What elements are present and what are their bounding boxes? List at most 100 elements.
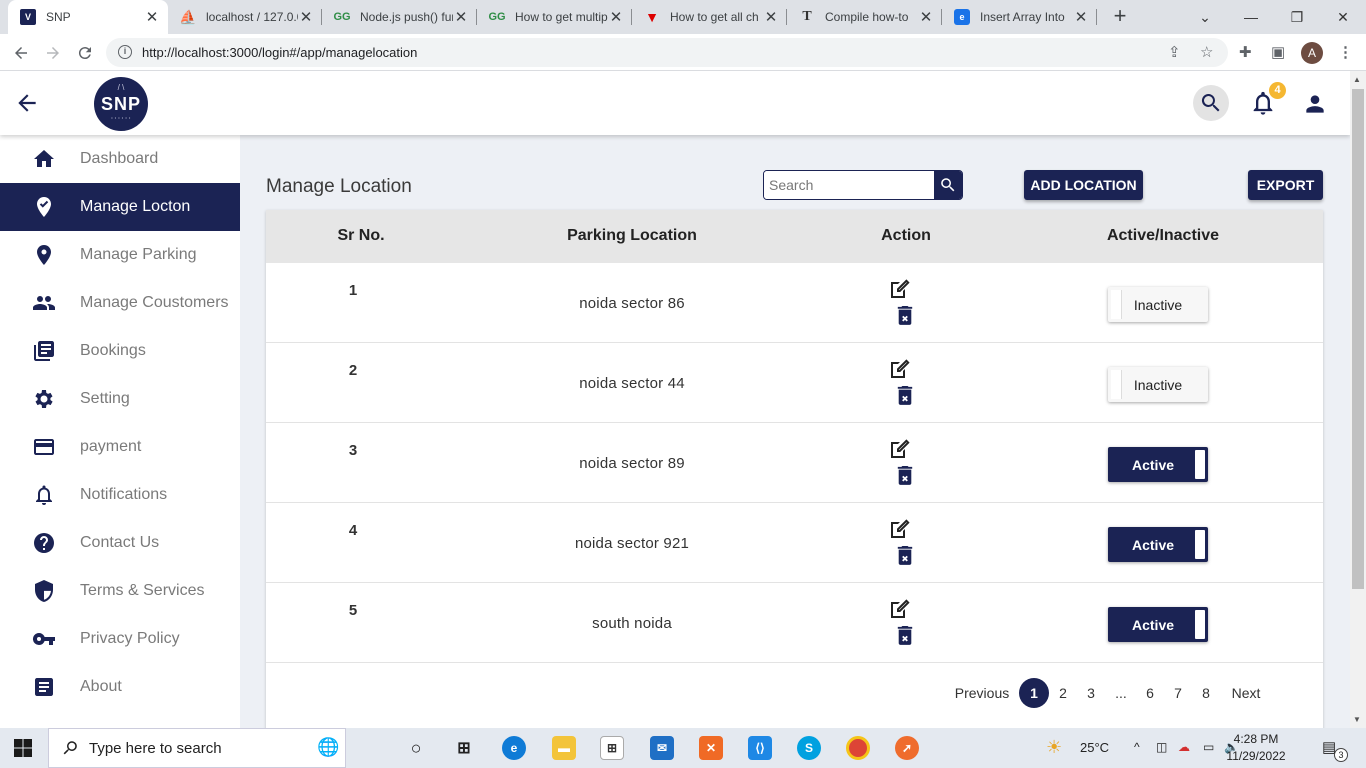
close-window-button[interactable]: ✕: [1320, 0, 1366, 34]
close-tab-icon[interactable]: ✕: [1073, 8, 1089, 26]
arrow-right-icon: [47, 47, 59, 59]
search-input[interactable]: [764, 171, 935, 199]
browser-tab-multiple[interactable]: GG How to get multiple ✕: [477, 0, 632, 34]
share-icon[interactable]: ⇪: [1168, 43, 1181, 61]
delete-icon[interactable]: [896, 545, 914, 565]
widgets-icon[interactable]: ⊞: [452, 736, 476, 760]
browser-tab-compile[interactable]: T Compile how-to ✕: [787, 0, 942, 34]
mail-icon[interactable]: ✉: [650, 736, 674, 760]
close-tab-icon[interactable]: ✕: [298, 8, 314, 26]
browser-back-button[interactable]: [8, 40, 34, 66]
edge-browser-icon[interactable]: e: [502, 736, 526, 760]
sidebar-item-manage-customers[interactable]: Manage Coustomers: [0, 279, 240, 327]
browser-forward-button[interactable]: [40, 40, 66, 66]
close-tab-icon[interactable]: ✕: [453, 8, 469, 26]
profile-avatar[interactable]: A: [1301, 42, 1323, 64]
arrow-left-icon[interactable]: [14, 90, 40, 116]
user-account-icon[interactable]: [1302, 91, 1328, 117]
taskbar-clock[interactable]: 4:28 PM 11/29/2022: [1226, 731, 1286, 765]
sidebar-item-bookings[interactable]: Bookings: [0, 327, 240, 375]
new-tab-button[interactable]: +: [1108, 4, 1132, 28]
network-disconnected-icon[interactable]: ☁: [1178, 740, 1190, 754]
vscode-icon[interactable]: ⟨⟩: [748, 736, 772, 760]
sidebar-item-manage-location[interactable]: Manage Locton: [0, 183, 240, 231]
side-panel-icon[interactable]: ▣: [1271, 43, 1285, 61]
edit-icon[interactable]: [888, 517, 912, 541]
sidebar-item-contact-us[interactable]: Contact Us: [0, 519, 240, 567]
status-toggle[interactable]: Inactive: [1108, 287, 1208, 322]
address-bar[interactable]: i http://localhost:3000/login#/app/manag…: [106, 38, 1228, 67]
browser-tab-nodejs[interactable]: GG Node.js push() function ✕: [322, 0, 477, 34]
edit-icon[interactable]: [888, 597, 912, 621]
export-button[interactable]: EXPORT: [1248, 170, 1323, 200]
sidebar-item-notifications[interactable]: Notifications: [0, 471, 240, 519]
status-toggle[interactable]: Active: [1108, 527, 1208, 562]
xampp-icon[interactable]: ✕: [699, 736, 723, 760]
weather-sun-icon[interactable]: ☀: [1046, 737, 1062, 758]
delete-icon[interactable]: [896, 305, 914, 325]
microsoft-store-icon[interactable]: ⊞: [600, 736, 624, 760]
page-link[interactable]: 6: [1140, 678, 1160, 708]
scroll-down-icon[interactable]: ▼: [1353, 715, 1361, 724]
sidebar-item-label: Contact Us: [80, 534, 160, 551]
location-cell: noida sector 86: [579, 295, 685, 312]
file-explorer-icon[interactable]: ▬: [552, 736, 576, 760]
browser-tab-snp[interactable]: V SNP ✕: [8, 0, 168, 34]
page-link[interactable]: 8: [1196, 678, 1216, 708]
close-tab-icon[interactable]: ✕: [918, 8, 934, 26]
sidebar-item-about[interactable]: About: [0, 663, 240, 711]
search-button[interactable]: [934, 171, 962, 199]
page-link-current[interactable]: 1: [1019, 678, 1049, 708]
windows-start-icon[interactable]: [14, 739, 32, 757]
page-link[interactable]: 7: [1168, 678, 1188, 708]
scroll-up-icon[interactable]: ▲: [1353, 75, 1361, 84]
edit-icon[interactable]: [888, 277, 912, 301]
header-search-button[interactable]: [1193, 85, 1229, 121]
browser-reload-button[interactable]: [72, 40, 98, 66]
delete-icon[interactable]: [896, 385, 914, 405]
page-link[interactable]: 2: [1053, 678, 1073, 708]
sidebar-item-manage-parking[interactable]: Manage Parking: [0, 231, 240, 279]
tab-search-chevron-down-icon[interactable]: ⌄: [1182, 0, 1228, 34]
close-tab-icon[interactable]: ✕: [144, 8, 160, 26]
scrollbar-thumb[interactable]: [1352, 89, 1364, 589]
edit-icon[interactable]: [888, 357, 912, 381]
snp-logo[interactable]: / \ SNP • • • • • •: [94, 77, 148, 131]
add-location-button[interactable]: ADD LOCATION: [1024, 170, 1143, 200]
browser-tab-phpmyadmin[interactable]: ⛵ localhost / 127.0.0.1 ✕: [168, 0, 322, 34]
more-menu-icon[interactable]: ⋮: [1338, 43, 1353, 61]
device-icon[interactable]: ◫: [1156, 740, 1167, 754]
bookmark-star-icon[interactable]: ☆: [1200, 43, 1213, 61]
status-toggle[interactable]: Inactive: [1108, 367, 1208, 402]
postman-icon[interactable]: ➚: [895, 736, 919, 760]
page-link[interactable]: 3: [1081, 678, 1101, 708]
task-view-icon[interactable]: ○: [404, 736, 428, 760]
browser-tab-insert-array[interactable]: e Insert Array Into ✕: [942, 0, 1097, 34]
status-toggle[interactable]: Active: [1108, 447, 1208, 482]
sidebar-item-payment[interactable]: payment: [0, 423, 240, 471]
sidebar-item-terms[interactable]: Terms & Services: [0, 567, 240, 615]
extensions-puzzle-icon[interactable]: ✚: [1239, 43, 1252, 61]
taskbar-search-box[interactable]: Type here to search 🌐: [48, 728, 346, 768]
close-tab-icon[interactable]: ✕: [763, 8, 779, 26]
monitor-icon[interactable]: ▭: [1203, 740, 1214, 754]
sidebar-item-privacy-policy[interactable]: Privacy Policy: [0, 615, 240, 663]
tab-separator: [1096, 9, 1097, 25]
chrome-icon[interactable]: [846, 736, 870, 760]
edit-icon[interactable]: [888, 437, 912, 461]
close-tab-icon[interactable]: ✕: [608, 8, 624, 26]
page-scrollbar[interactable]: ▲ ▼: [1350, 71, 1366, 728]
sidebar-item-dashboard[interactable]: Dashboard: [0, 135, 240, 183]
delete-icon[interactable]: [896, 625, 914, 645]
show-hidden-icons-chevron-icon[interactable]: ^: [1134, 740, 1140, 754]
browser-tab-get-all[interactable]: ▼ How to get all ch ✕: [632, 0, 787, 34]
minimize-button[interactable]: —: [1228, 0, 1274, 34]
status-toggle[interactable]: Active: [1108, 607, 1208, 642]
next-page-link[interactable]: Next: [1230, 678, 1262, 708]
sidebar-item-setting[interactable]: Setting: [0, 375, 240, 423]
previous-page-link[interactable]: Previous: [954, 678, 1010, 708]
skype-icon[interactable]: S: [797, 736, 821, 760]
site-info-icon[interactable]: i: [118, 45, 132, 59]
restore-button[interactable]: ❐: [1274, 0, 1320, 34]
delete-icon[interactable]: [896, 465, 914, 485]
